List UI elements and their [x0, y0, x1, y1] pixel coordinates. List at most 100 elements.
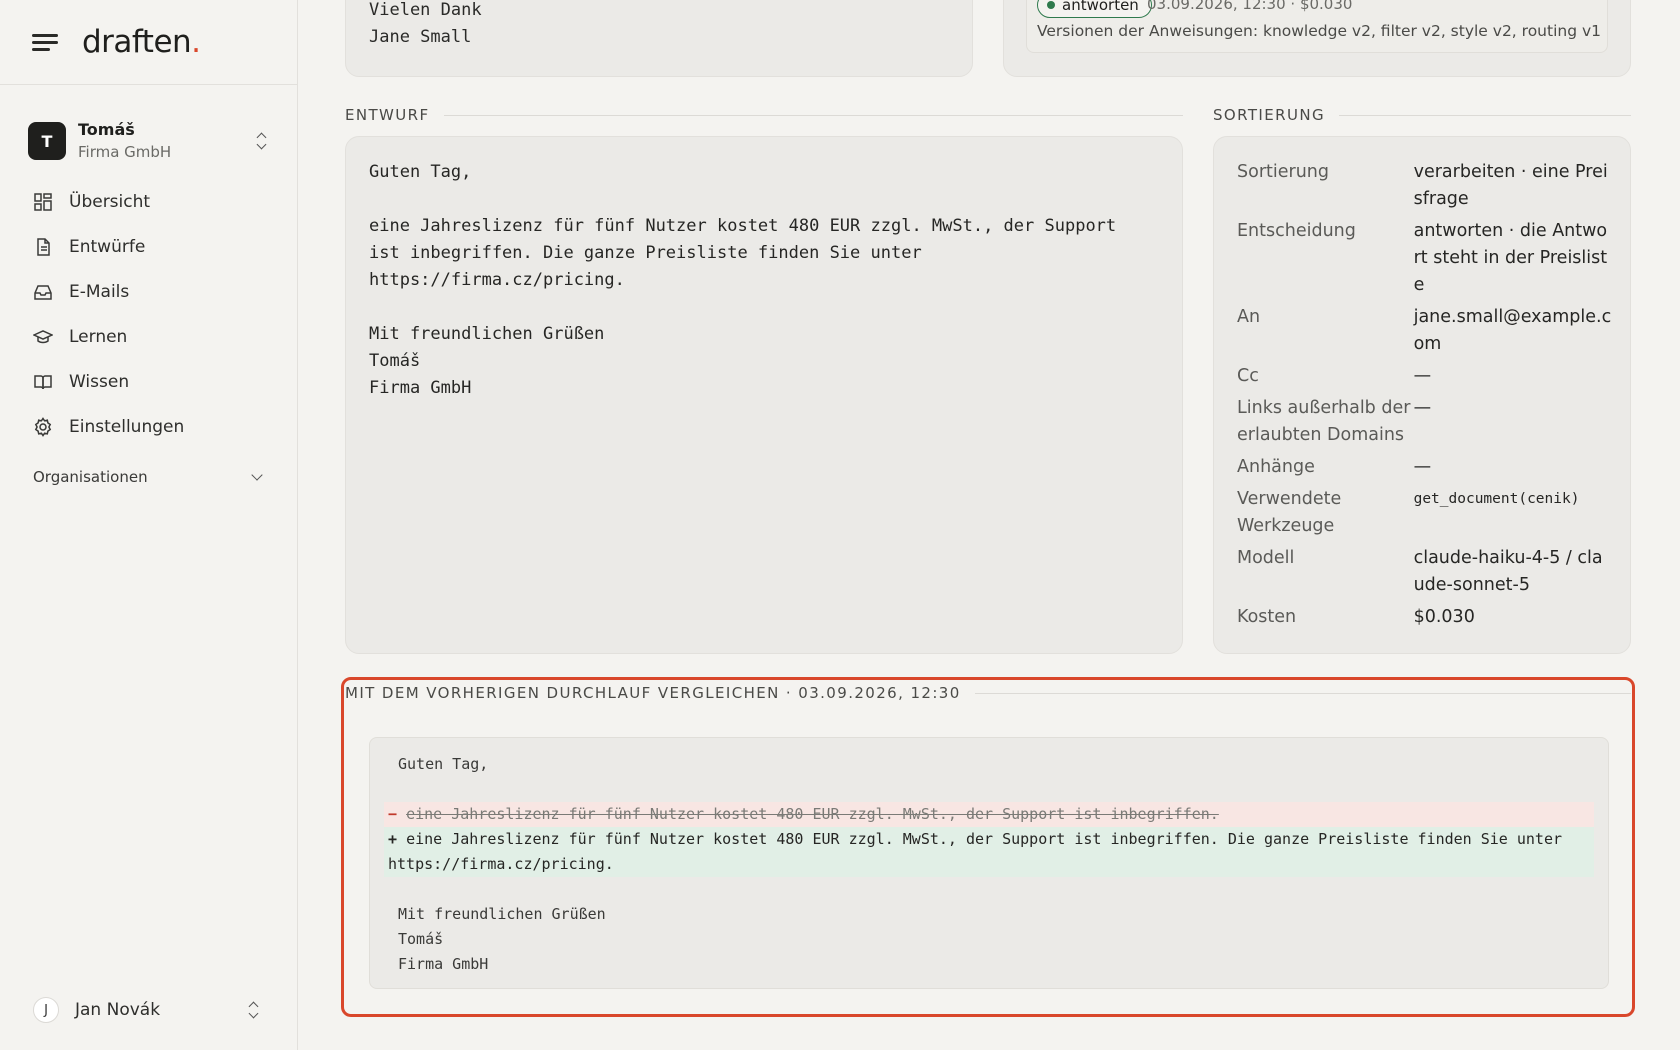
detail-value: $0.030: [1413, 607, 1475, 627]
detail-value: —: [1413, 366, 1432, 386]
app-root: draften. T Tomáš Firma GmbH Übersicht En…: [0, 0, 1680, 1050]
detail-row: Sortierung verarbeiten · eine Preisfrage: [1237, 159, 1612, 213]
detail-key: Verwendete Werkzeuge: [1237, 489, 1342, 536]
account-text: Tomáš Firma GmbH: [78, 120, 255, 162]
detail-key: Anhänge: [1237, 457, 1315, 477]
detail-key: Cc: [1237, 366, 1259, 386]
user-name: Jan Novák: [75, 1000, 161, 1020]
nav-item-label: E-Mails: [69, 281, 130, 302]
diff-added-line: + eine Jahreslizenz für fünf Nutzer kost…: [384, 827, 1594, 877]
graduation-cap-icon: [33, 327, 53, 347]
detail-value: antworten · die Antwort steht in der Pre…: [1413, 221, 1608, 295]
run-info-box: antworten 03.09.2026, 12:30 · $0.030 Ver…: [1026, 0, 1608, 53]
sorting-details: Sortierung verarbeiten · eine Preisfrage …: [1237, 159, 1612, 636]
detail-row: Kosten $0.030: [1237, 604, 1612, 631]
nav-item-overview[interactable]: Übersicht: [0, 179, 297, 224]
detail-value: claude-haiku-4-5 / claude-sonnet-5: [1413, 548, 1603, 595]
detail-value: jane.small@example.com: [1413, 307, 1612, 354]
detail-key: Sortierung: [1237, 162, 1329, 182]
detail-row: An jane.small@example.com: [1237, 304, 1612, 358]
user-avatar: J: [33, 997, 59, 1023]
organizations-label: Organisationen: [33, 468, 148, 486]
diff-minus-sign: −: [388, 805, 398, 823]
diff-removed-line: − eine Jahreslizenz für fünf Nutzer kost…: [384, 802, 1594, 827]
detail-key: Kosten: [1237, 607, 1297, 627]
logo[interactable]: draften.: [82, 24, 201, 60]
nav-item-settings[interactable]: Einstellungen: [0, 404, 297, 449]
user-menu[interactable]: J Jan Novák: [33, 994, 261, 1026]
detail-row: Entscheidung antworten · die Antwort steh…: [1237, 218, 1612, 299]
run-meta: 03.09.2026, 12:30 · $0.030: [1147, 0, 1353, 13]
account-switcher[interactable]: T Tomáš Firma GmbH: [28, 117, 269, 165]
compare-section-title: MIT DEM VORHERIGEN DURCHLAUF VERGLEICHEN…: [345, 684, 961, 702]
hamburger-menu-icon[interactable]: [32, 32, 58, 52]
draft-card: Guten Tag, eine Jahreslizenz für fünf Nu…: [345, 136, 1183, 654]
diff-view: Guten Tag, − eine Jahreslizenz für fünf …: [369, 737, 1609, 989]
detail-value: —: [1413, 457, 1432, 477]
divider: [1338, 114, 1631, 116]
nav-item-emails[interactable]: E-Mails: [0, 269, 297, 314]
book-icon: [33, 372, 53, 392]
account-org: Firma GmbH: [78, 143, 172, 161]
detail-key: Modell: [1237, 548, 1295, 568]
account-avatar: T: [28, 122, 66, 160]
main-nav: Übersicht Entwürfe E-Mails Lernen Wissen…: [0, 179, 297, 449]
diff-context-line: [384, 777, 1594, 802]
detail-key: An: [1237, 307, 1261, 327]
account-name: Tomáš: [78, 120, 135, 139]
dashboard-icon: [33, 192, 53, 212]
logo-text: draften: [82, 24, 192, 60]
gear-icon: [33, 416, 53, 437]
diff-plus-sign: +: [388, 830, 398, 848]
run-info-card: antworten 03.09.2026, 12:30 · $0.030 Ver…: [1003, 0, 1631, 77]
draft-section-title: ENTWURF: [345, 106, 430, 124]
compare-section-header: MIT DEM VORHERIGEN DURCHLAUF VERGLEICHEN…: [345, 684, 1631, 702]
sorting-card: Sortierung verarbeiten · eine Preisfrage …: [1213, 136, 1631, 654]
detail-row: Links außerhalb der erlaubten Domains —: [1237, 395, 1612, 449]
diff-context-line: [384, 877, 1594, 902]
detail-row: Modell claude-haiku-4-5 / claude-sonnet-5: [1237, 545, 1612, 599]
chevron-down-icon: [251, 469, 263, 481]
diff-context-line: Guten Tag,: [398, 755, 489, 773]
document-icon: [33, 237, 53, 257]
diff-context-line: Firma GmbH: [398, 955, 489, 973]
nav-item-label: Einstellungen: [69, 416, 185, 437]
detail-row: Anhänge —: [1237, 454, 1612, 481]
detail-row: Cc —: [1237, 363, 1612, 390]
draft-text: Guten Tag, eine Jahreslizenz für fünf Nu…: [369, 162, 1117, 398]
nav-item-drafts[interactable]: Entwürfe: [0, 224, 297, 269]
instruction-versions: Versionen der Anweisungen: knowledge v2,…: [1037, 22, 1602, 40]
nav-item-knowledge[interactable]: Wissen: [0, 359, 297, 404]
previous-message-text: Vielen Dank Jane Small: [369, 0, 482, 47]
diff-added-text: eine Jahreslizenz für fünf Nutzer kostet…: [388, 830, 1572, 873]
diff-lines: Guten Tag, − eine Jahreslizenz für fünf …: [384, 752, 1594, 977]
chevron-up-down-icon: [247, 1001, 261, 1019]
divider: [974, 692, 1631, 694]
detail-key: Links außerhalb der erlaubten Domains: [1237, 398, 1411, 445]
nav-item-label: Übersicht: [69, 191, 151, 212]
detail-key: Entscheidung: [1237, 221, 1356, 241]
organizations-toggle[interactable]: Organisationen: [33, 465, 263, 489]
diff-context-line: Mit freundlichen Grüßen: [398, 905, 606, 923]
detail-value: —: [1413, 398, 1432, 418]
detail-value: verarbeiten · eine Preisfrage: [1413, 162, 1608, 209]
logo-dot: .: [191, 24, 201, 60]
inbox-icon: [33, 282, 53, 302]
detail-value: get_document(cenik): [1413, 491, 1580, 507]
previous-message-card: Vielen Dank Jane Small: [345, 0, 973, 77]
main-content: Vielen Dank Jane Small antworten 03.09.2…: [298, 0, 1680, 1050]
diff-removed-text: eine Jahreslizenz für fünf Nutzer kostet…: [406, 805, 1219, 823]
nav-item-label: Entwürfe: [69, 236, 146, 257]
nav-item-label: Lernen: [69, 326, 128, 347]
draft-section-header: ENTWURF: [345, 106, 1183, 124]
divider: [443, 114, 1183, 116]
chevron-up-down-icon: [255, 132, 269, 150]
detail-row: Verwendete Werkzeuge get_document(cenik): [1237, 486, 1612, 540]
diff-context-line: Tomáš: [398, 930, 444, 948]
status-badge: antworten: [1037, 0, 1152, 18]
nav-item-label: Wissen: [69, 371, 130, 392]
sorting-section-header: SORTIERUNG: [1213, 106, 1631, 124]
nav-item-learn[interactable]: Lernen: [0, 314, 297, 359]
sorting-section-title: SORTIERUNG: [1213, 106, 1325, 124]
brand-bar: draften.: [0, 0, 297, 85]
